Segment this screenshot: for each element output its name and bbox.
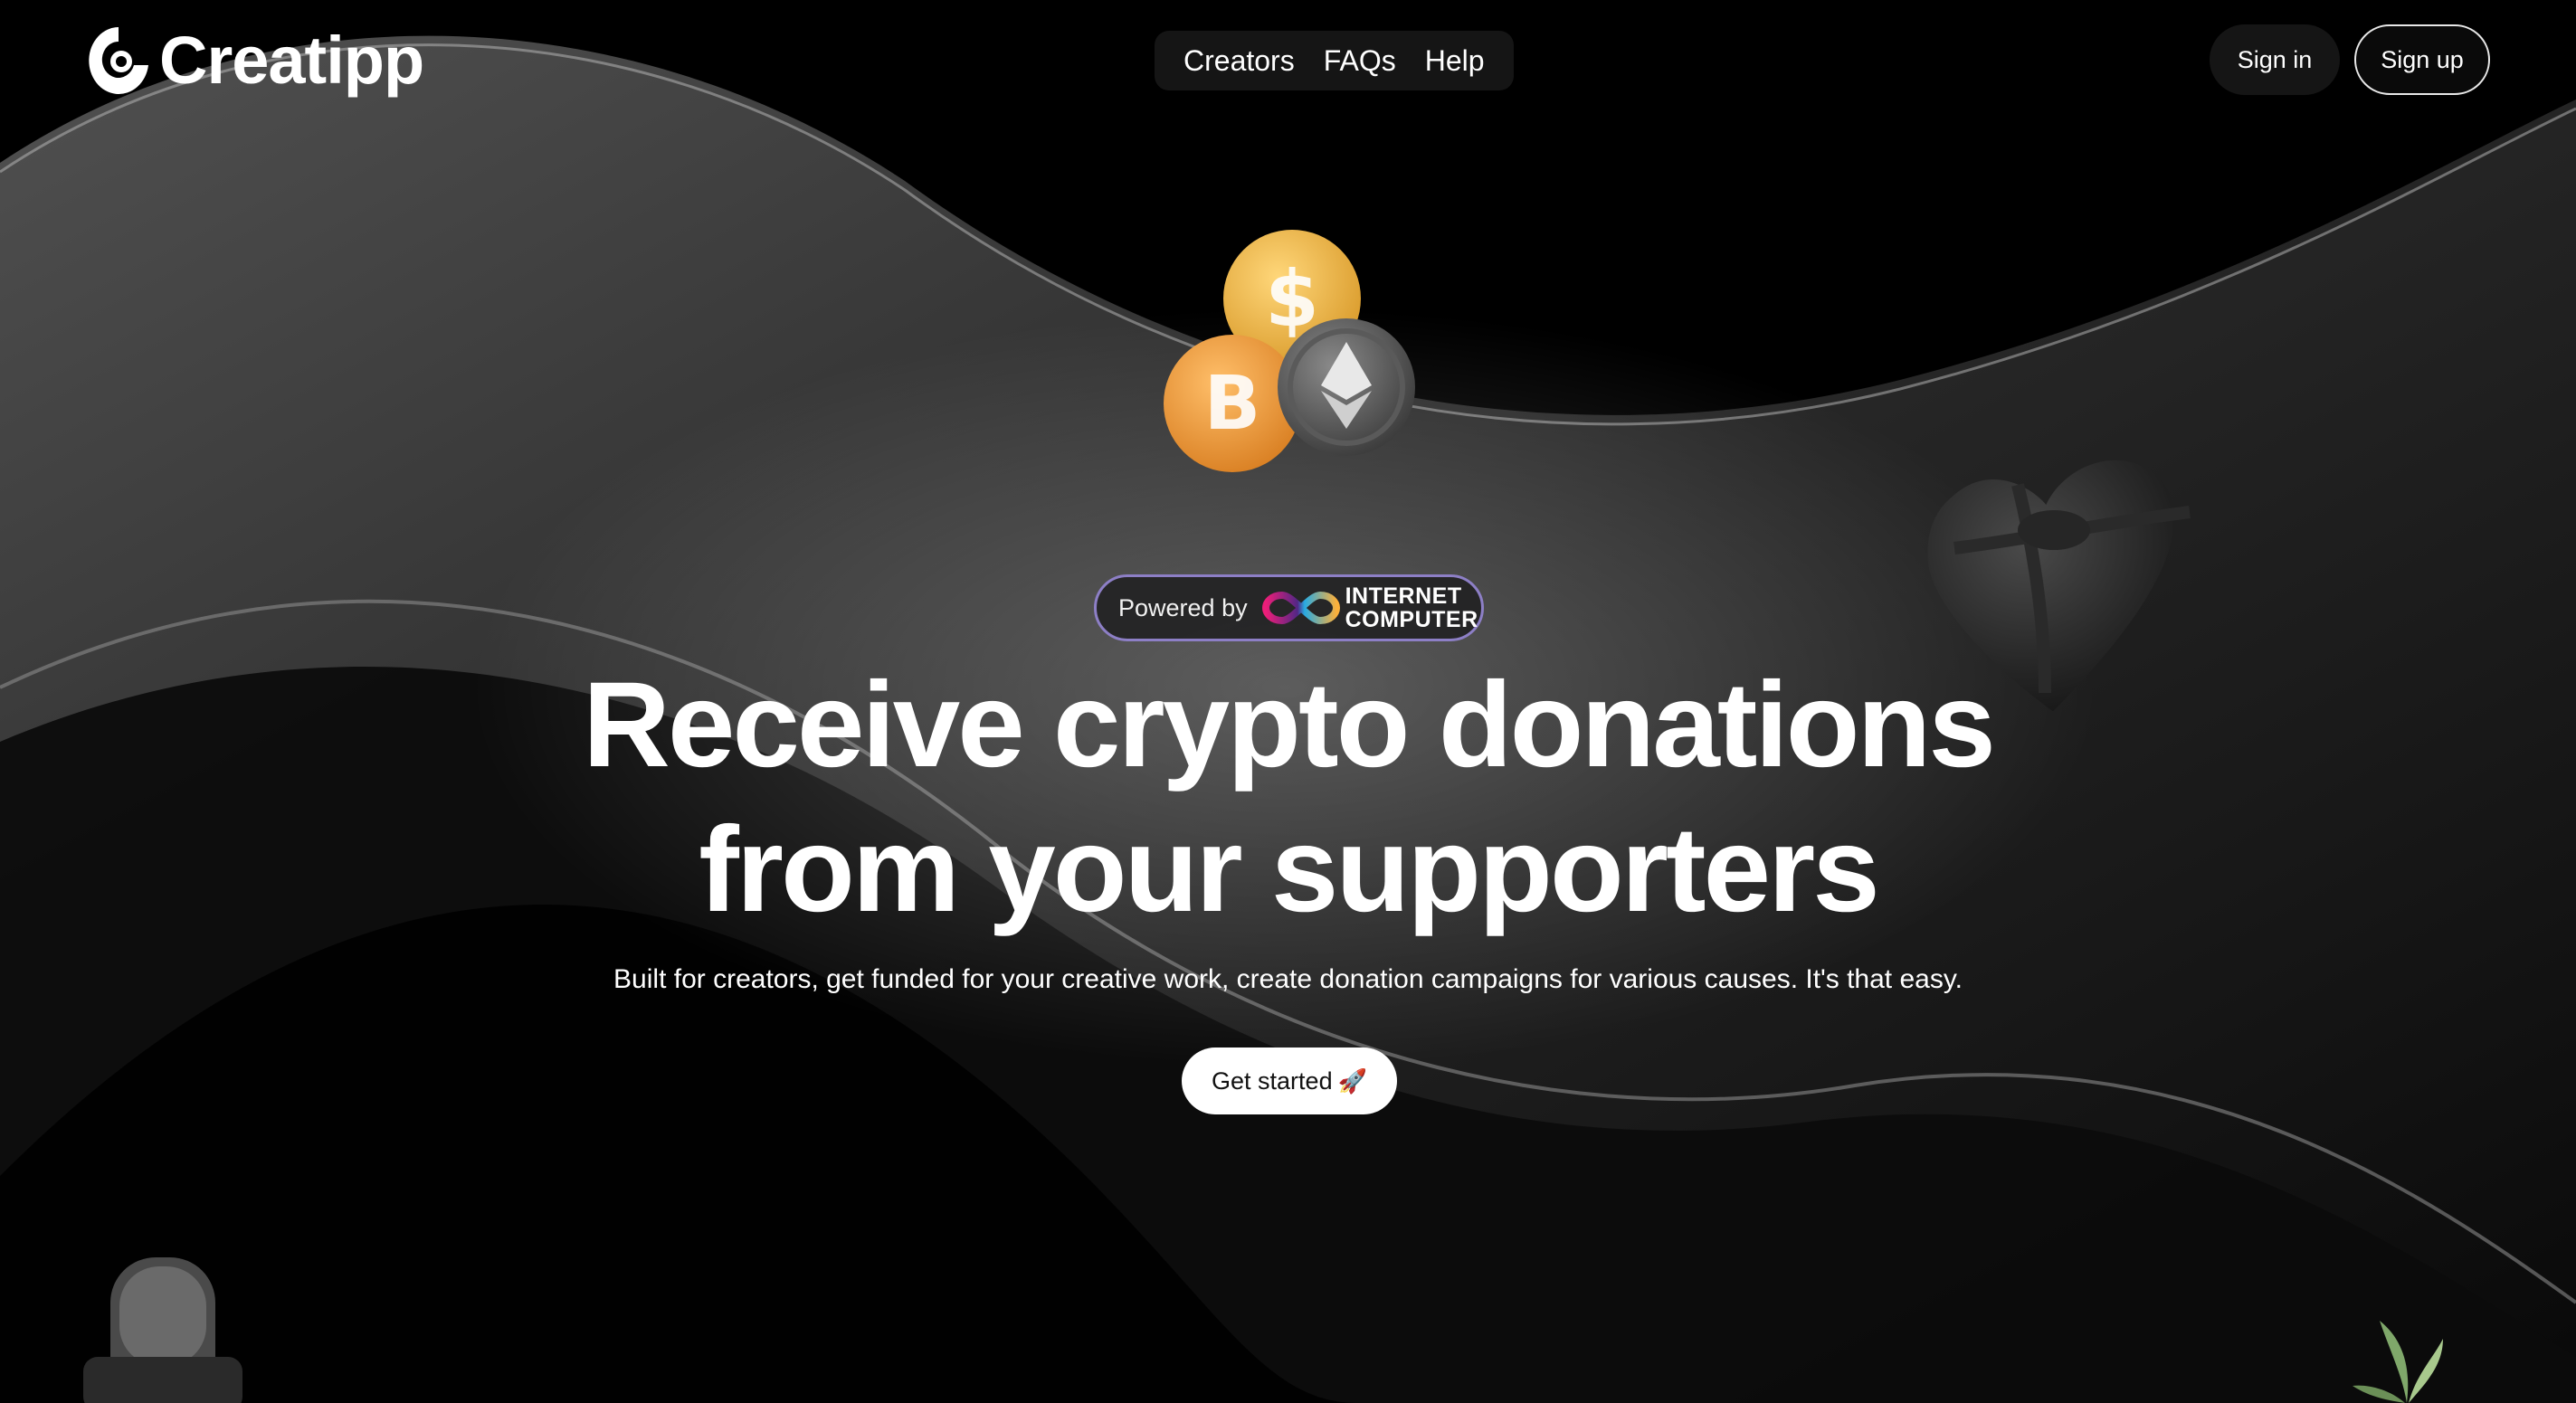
- creatipp-logo-icon: [89, 26, 148, 94]
- partner-name: INTERNET COMPUTER: [1345, 584, 1478, 631]
- hero-headline-line1: Receive crypto donations: [583, 658, 1996, 792]
- brand-logo[interactable]: Creatipp: [87, 22, 424, 99]
- brand-name: Creatipp: [159, 23, 424, 98]
- nav-help[interactable]: Help: [1411, 44, 1499, 78]
- sign-up-button[interactable]: Sign up: [2354, 24, 2490, 95]
- hero-headline-line2: from your supporters: [699, 802, 1880, 937]
- rocket-icon: 🚀: [1337, 1066, 1367, 1095]
- hero-headline: Receive crypto donations from your suppo…: [181, 653, 2395, 943]
- get-started-button[interactable]: Get started 🚀: [1182, 1048, 1397, 1114]
- plant-icon: [2353, 1321, 2443, 1403]
- nav-faqs[interactable]: FAQs: [1309, 44, 1411, 78]
- internet-computer-logo-icon: [1261, 591, 1340, 625]
- get-started-label: Get started: [1212, 1066, 1333, 1095]
- partner-name-line1: INTERNET: [1345, 583, 1462, 609]
- svg-text:B: B: [1204, 361, 1261, 447]
- powered-by-label: Powered by: [1118, 593, 1248, 621]
- powered-by-badge[interactable]: Powered by INTERNET COMPUTER: [1094, 574, 1484, 641]
- microphone-icon: [83, 1257, 242, 1403]
- coins-icon: $ B: [1164, 230, 1415, 472]
- main-nav: Creators FAQs Help: [1155, 31, 1514, 90]
- site-header: Creatipp Creators FAQs Help Sign in Sign…: [0, 0, 2576, 118]
- partner-name-line2: COMPUTER: [1345, 607, 1478, 632]
- nav-creators[interactable]: Creators: [1169, 44, 1309, 78]
- hero-subtitle: Built for creators, get funded for your …: [613, 964, 1963, 994]
- sign-in-button[interactable]: Sign in: [2210, 24, 2340, 95]
